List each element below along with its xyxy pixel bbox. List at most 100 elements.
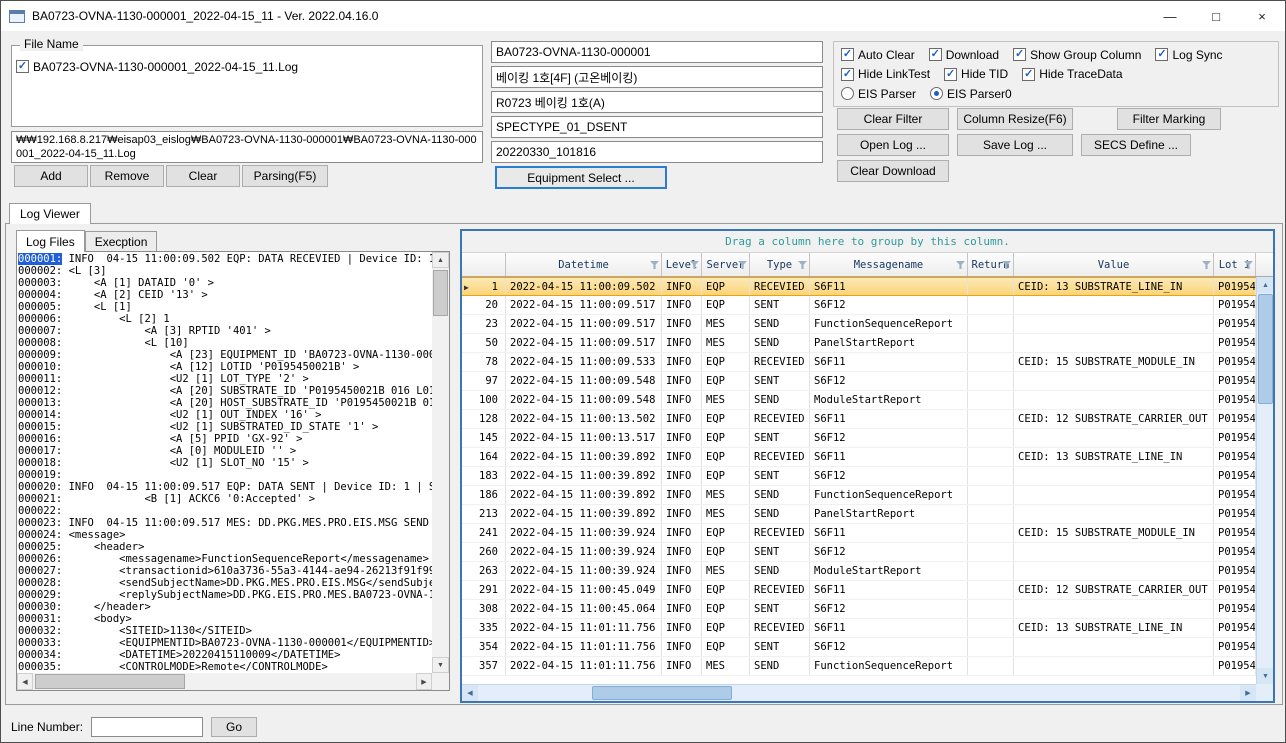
column-header-messagename[interactable]: Messagename (810, 253, 968, 276)
column-header-datetime[interactable]: Datetime (506, 253, 662, 276)
scroll-thumb[interactable] (592, 686, 732, 700)
grid-row[interactable]: 3542022-04-15 11:01:11.756INFOEQPSENTS6F… (462, 638, 1256, 657)
equipment-name-field[interactable] (491, 66, 823, 88)
file-list[interactable]: ✓ BA0723-OVNA-1130-000001_2022-04-15_11.… (16, 56, 478, 122)
open-log-button[interactable]: Open Log ... (837, 134, 949, 156)
checkbox-download[interactable]: ✓Download (929, 48, 999, 62)
grid-row[interactable]: ▶12022-04-15 11:00:09.502INFOEQPRECEVIED… (462, 277, 1256, 296)
filter-marking-button[interactable]: Filter Marking (1117, 108, 1221, 130)
group-by-panel[interactable]: Drag a column here to group by this colu… (462, 231, 1273, 253)
grid-row[interactable]: 1452022-04-15 11:00:13.517INFOEQPSENTS6F… (462, 429, 1256, 448)
checkbox-log-sync[interactable]: ✓Log Sync (1155, 48, 1222, 62)
grid-row[interactable]: 232022-04-15 11:00:09.517INFOMESSENDFunc… (462, 315, 1256, 334)
log-line[interactable]: 000026: <messagename>FunctionSequenceRep… (18, 553, 432, 565)
log-line[interactable]: 000035: <CONTROLMODE>Remote</CONTROLMODE… (18, 661, 432, 673)
radio-eis-parser0[interactable]: EIS Parser0 (930, 87, 1012, 101)
log-line[interactable]: 000008: <L [10] (18, 337, 432, 349)
tab-log-viewer[interactable]: Log Viewer (9, 203, 91, 224)
grid-row[interactable]: 782022-04-15 11:00:09.533INFOEQPRECEVIED… (462, 353, 1256, 372)
grid-row[interactable]: 2632022-04-15 11:00:39.924INFOMESSENDMod… (462, 562, 1256, 581)
clear-button[interactable]: Clear (166, 165, 240, 187)
column-header-value[interactable]: Value (1014, 253, 1214, 276)
remove-button[interactable]: Remove (90, 165, 164, 187)
grid-row[interactable]: 3572022-04-15 11:01:11.756INFOMESSENDFun… (462, 657, 1256, 676)
log-line[interactable]: 000009: <A [23] EQUIPMENT_ID 'BA0723-OVN… (18, 349, 432, 361)
column-header-type[interactable]: Type (750, 253, 810, 276)
spec-type-field[interactable] (491, 116, 823, 138)
log-line[interactable]: 000012: <A [20] SUBSTRATE_ID 'P019545002… (18, 385, 432, 397)
radio-eis-parser[interactable]: EIS Parser (841, 87, 916, 101)
column-header-return[interactable]: Return (968, 253, 1014, 276)
grid-row[interactable]: 2412022-04-15 11:00:39.924INFOEQPRECEVIE… (462, 524, 1256, 543)
log-line[interactable]: 000001: INFO 04-15 11:00:09.502 EQP: DAT… (18, 253, 432, 265)
grid-row[interactable]: 3352022-04-15 11:01:11.756INFOEQPRECEVIE… (462, 619, 1256, 638)
filter-icon[interactable] (1202, 261, 1211, 269)
clear-download-button[interactable]: Clear Download (837, 160, 949, 182)
tab-execption[interactable]: Execption (85, 231, 158, 251)
log-line[interactable]: 000010: <A [12] LOTID 'P0195450021B' > (18, 361, 432, 373)
secs-define-button[interactable]: SECS Define ... (1081, 134, 1191, 156)
file-path-box[interactable]: ₩₩192.168.8.217₩eisap03_eislog₩BA0723-OV… (11, 131, 483, 163)
log-line[interactable]: 000022: (18, 505, 432, 517)
log-line[interactable]: 000014: <U2 [1] OUT_INDEX '16' > (18, 409, 432, 421)
log-line[interactable]: 000011: <U2 [1] LOT_TYPE '2' > (18, 373, 432, 385)
log-horizontal-scrollbar[interactable]: ◀ ▶ (17, 673, 432, 690)
grid-row[interactable]: 2912022-04-15 11:00:45.049INFOEQPRECEVIE… (462, 581, 1256, 600)
equipment-select-button[interactable]: Equipment Select ... (495, 166, 667, 189)
checkbox-hide-tracedata[interactable]: ✓Hide TraceData (1022, 67, 1122, 81)
filter-icon[interactable] (798, 261, 807, 269)
log-line[interactable]: 000023: INFO 04-15 11:00:09.517 MES: DD.… (18, 517, 432, 529)
grid-row[interactable]: 3082022-04-15 11:00:45.064INFOEQPSENTS6F… (462, 600, 1256, 619)
log-line[interactable]: 000032: <SITEID>1130</SITEID> (18, 625, 432, 637)
log-line[interactable]: 000003: <A [1] DATAID '0' > (18, 277, 432, 289)
maximize-button[interactable]: □ (1193, 1, 1239, 31)
minimize-button[interactable]: — (1147, 1, 1193, 31)
grid-vertical-scrollbar[interactable]: ▲ ▼ (1256, 277, 1273, 684)
log-vertical-scrollbar[interactable]: ▲ ▼ (432, 252, 449, 673)
log-line[interactable]: 000027: <transactionid>610a3736-55a3-414… (18, 565, 432, 577)
grid-row[interactable]: 1282022-04-15 11:00:13.502INFOEQPRECEVIE… (462, 410, 1256, 429)
checkbox-hide-tid[interactable]: ✓Hide TID (944, 67, 1008, 81)
log-line[interactable]: 000018: <U2 [1] SLOT_NO '15' > (18, 457, 432, 469)
spec-timestamp-field[interactable] (491, 141, 823, 163)
scroll-thumb[interactable] (1258, 294, 1273, 404)
log-line[interactable]: 000004: <A [2] CEID '13' > (18, 289, 432, 301)
log-line[interactable]: 000015: <U2 [1] SUBSTRATED_ID_STATE '1' … (18, 421, 432, 433)
log-line[interactable]: 000024: <message> (18, 529, 432, 541)
tab-log-files[interactable]: Log Files (16, 230, 85, 252)
file-checkbox-item[interactable]: ✓ BA0723-OVNA-1130-000001_2022-04-15_11.… (16, 60, 298, 74)
log-line[interactable]: 000031: <body> (18, 613, 432, 625)
log-text-area[interactable]: 000001: INFO 04-15 11:00:09.502 EQP: DAT… (18, 253, 432, 673)
log-line[interactable]: 000030: </header> (18, 601, 432, 613)
grid-row[interactable]: 2132022-04-15 11:00:39.892INFOMESSENDPan… (462, 505, 1256, 524)
grid-row[interactable]: 2602022-04-15 11:00:39.924INFOEQPSENTS6F… (462, 543, 1256, 562)
scroll-down-icon[interactable]: ▼ (432, 657, 449, 673)
clear-filter-button[interactable]: Clear Filter (837, 108, 949, 130)
grid-horizontal-scrollbar[interactable]: ◀ ▶ (462, 684, 1273, 701)
save-log-button[interactable]: Save Log ... (957, 134, 1073, 156)
scroll-left-icon[interactable]: ◀ (17, 673, 33, 690)
log-line[interactable]: 000002: <L [3] (18, 265, 432, 277)
column-header-server[interactable]: Server (702, 253, 750, 276)
add-button[interactable]: Add (14, 165, 88, 187)
grid-row[interactable]: 1862022-04-15 11:00:39.892INFOMESSENDFun… (462, 486, 1256, 505)
grid-row[interactable]: 972022-04-15 11:00:09.548INFOEQPSENTS6F1… (462, 372, 1256, 391)
log-line[interactable]: 000034: <DATETIME>20220415110009</DATETI… (18, 649, 432, 661)
grid-row[interactable]: 1832022-04-15 11:00:39.892INFOEQPSENTS6F… (462, 467, 1256, 486)
scroll-thumb[interactable] (433, 270, 448, 316)
log-line[interactable]: 000029: <replySubjectName>DD.PKG.EIS.PRO… (18, 589, 432, 601)
scroll-up-icon[interactable]: ▲ (1257, 277, 1273, 293)
parsing-f5-button[interactable]: Parsing(F5) (242, 165, 328, 187)
checkbox-hide-linktest[interactable]: ✓Hide LinkTest (841, 67, 930, 81)
equipment-id-field[interactable] (491, 41, 823, 63)
checkbox-show-group-column[interactable]: ✓Show Group Column (1013, 48, 1141, 62)
column-header-level[interactable]: Level (662, 253, 702, 276)
log-line[interactable]: 000028: <sendSubjectName>DD.PKG.MES.PRO.… (18, 577, 432, 589)
log-line[interactable]: 000025: <header> (18, 541, 432, 553)
log-line[interactable]: 000006: <L [2] 1 (18, 313, 432, 325)
log-line[interactable]: 000021: <B [1] ACKC6 '0:Accepted' > (18, 493, 432, 505)
scroll-left-icon[interactable]: ◀ (462, 685, 478, 701)
go-button[interactable]: Go (211, 717, 257, 737)
scroll-right-icon[interactable]: ▶ (416, 673, 432, 690)
column-header-lot-i[interactable]: Lot i (1214, 253, 1256, 276)
